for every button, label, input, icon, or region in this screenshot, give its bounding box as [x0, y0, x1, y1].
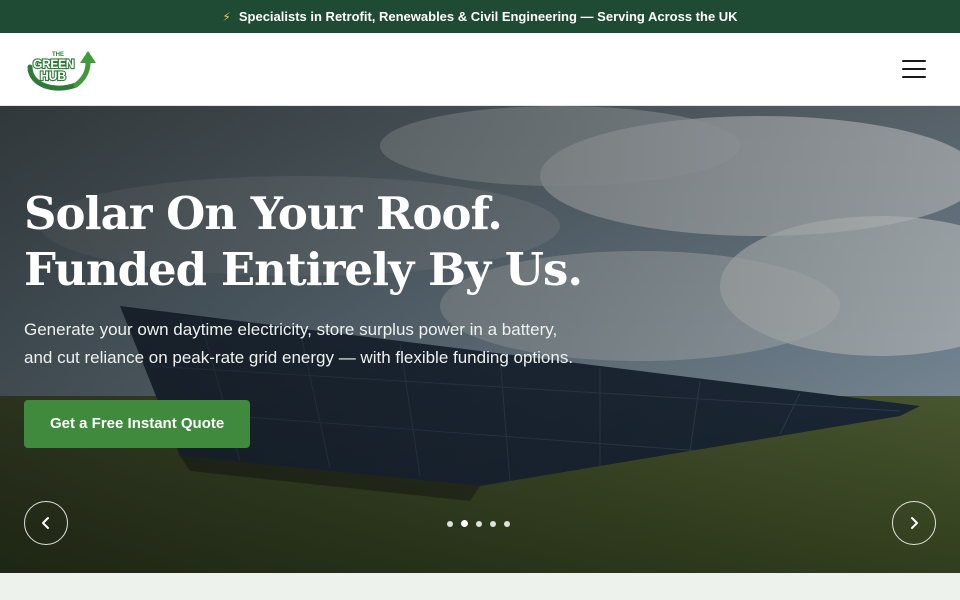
hero-title-line-2: Funded Entirely By Us.: [24, 243, 583, 296]
site-logo[interactable]: THE GREEN HUB: [24, 45, 96, 93]
hamburger-line: [902, 76, 926, 78]
slider-pagination: [447, 520, 510, 527]
next-section: [0, 573, 960, 600]
announcement-bar: ⚡ Specialists in Retrofit, Renewables & …: [0, 0, 960, 33]
hamburger-line: [902, 68, 926, 70]
lightning-bolt-icon: ⚡: [222, 9, 231, 24]
slider-dot-5[interactable]: [504, 520, 510, 527]
logo-text-hub: HUB: [39, 68, 67, 84]
slider-dot-2[interactable]: [461, 520, 468, 527]
hero-subtitle: Generate your own daytime electricity, s…: [24, 320, 574, 367]
hero-title: Solar On Your Roof. Funded Entirely By U…: [24, 186, 624, 298]
hero-content: Solar On Your Roof. Funded Entirely By U…: [24, 186, 624, 448]
slider-dot-3[interactable]: [476, 520, 482, 527]
hero-title-line-1: Solar On Your Roof.: [24, 187, 503, 240]
hamburger-line: [902, 60, 926, 62]
site-header: THE GREEN HUB: [0, 33, 960, 106]
slider-dot-1[interactable]: [447, 520, 453, 527]
chevron-right-icon: [911, 517, 918, 529]
slider-next-button[interactable]: [892, 501, 936, 545]
slider-prev-button[interactable]: [24, 501, 68, 545]
hero-slider: Solar On Your Roof. Funded Entirely By U…: [0, 106, 960, 573]
hamburger-menu-icon[interactable]: [902, 60, 926, 78]
chevron-left-icon: [42, 517, 49, 529]
slider-dot-4[interactable]: [490, 520, 496, 527]
announcement-text: Specialists in Retrofit, Renewables & Ci…: [238, 9, 738, 24]
free-quote-button[interactable]: Get a Free Instant Quote: [24, 400, 251, 448]
